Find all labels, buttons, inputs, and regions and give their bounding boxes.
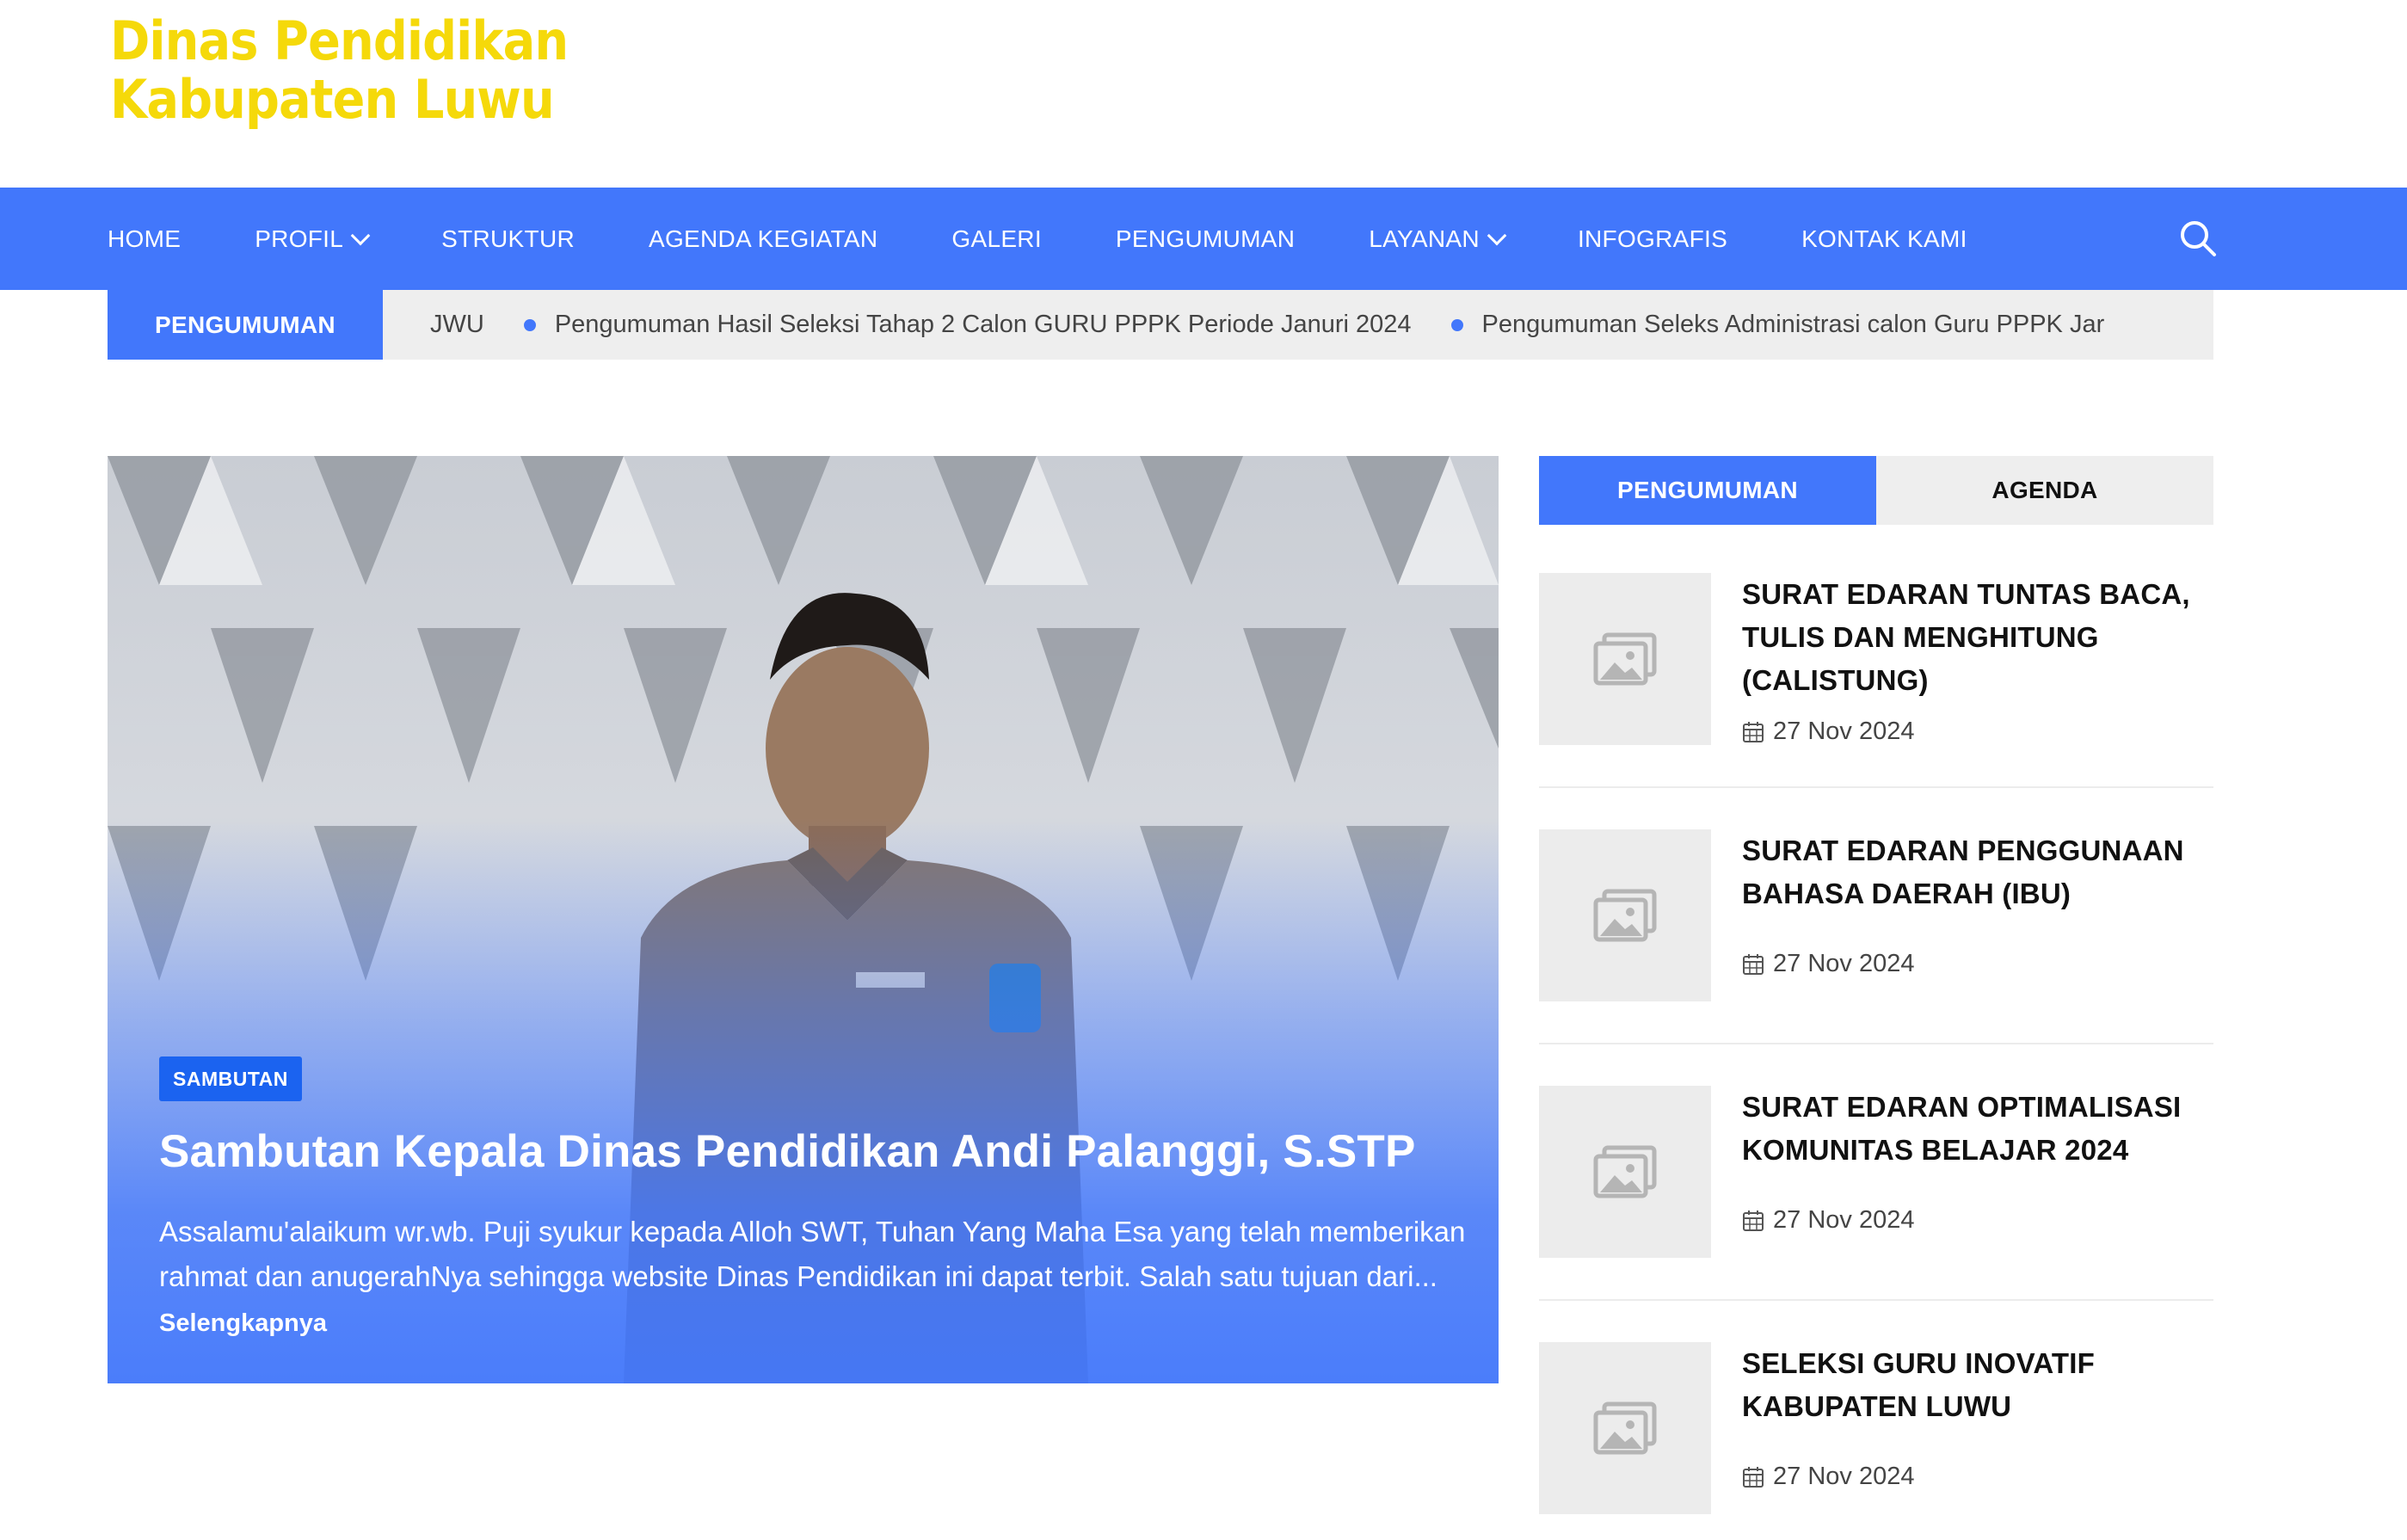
post-title[interactable]: SELEKSI GURU INOVATIF KABUPATEN LUWU — [1742, 1342, 2213, 1428]
post-title[interactable]: SURAT EDARAN TUNTAS BACA, TULIS DAN MENG… — [1742, 573, 2213, 702]
nav-item-infografis[interactable]: INFOGRAFIS — [1578, 225, 1727, 253]
post-title[interactable]: SURAT EDARAN PENGGUNAAN BAHASA DAERAH (I… — [1742, 829, 2213, 915]
featured-post[interactable]: SAMBUTAN Sambutan Kepala Dinas Pendidika… — [108, 456, 1499, 1383]
post-date: 27 Nov 2024 — [1742, 1463, 1914, 1491]
image-placeholder-icon — [1593, 1145, 1657, 1198]
site-logo[interactable]: Dinas Pendidikan Kabupaten Luwu — [110, 9, 569, 131]
divider — [1539, 1299, 2213, 1301]
ticker-label: PENGUMUMAN — [108, 290, 383, 360]
chevron-down-icon — [350, 225, 371, 245]
thumbnail-placeholder[interactable] — [1539, 1086, 1711, 1258]
image-placeholder-icon — [1593, 1401, 1657, 1455]
read-more-link[interactable]: Selengkapnya — [159, 1309, 327, 1337]
calendar-icon — [1743, 1466, 1764, 1488]
ticker-item[interactable]: Pengumuman Seleks Administrasi calon Gur… — [1450, 311, 2104, 339]
nav-item-pengumuman[interactable]: PENGUMUMAN — [1116, 225, 1295, 253]
hero-excerpt-text: Assalamu'alaikum wr.wb. Puji syukur kepa… — [159, 1216, 1466, 1292]
calendar-icon — [1743, 953, 1764, 975]
announcement-ticker: PENGUMUMAN JWU Pengumuman Hasil Seleksi … — [108, 290, 2213, 360]
bullet-dot-icon — [1450, 318, 1463, 331]
nav-item-struktur[interactable]: STRUKTUR — [441, 225, 575, 253]
logo-line-2: Kabupaten Luwu — [110, 68, 555, 131]
calendar-icon — [1743, 721, 1764, 742]
image-placeholder-icon — [1593, 632, 1657, 686]
thumbnail-placeholder[interactable] — [1539, 1342, 1711, 1514]
hero-title[interactable]: Sambutan Kepala Dinas Pendidikan Andi Pa… — [159, 1125, 1416, 1178]
search-icon[interactable] — [2178, 219, 2218, 258]
post-date: 27 Nov 2024 — [1742, 1206, 1914, 1235]
category-badge[interactable]: SAMBUTAN — [159, 1056, 302, 1101]
logo-line-1: Dinas Pendidikan — [110, 9, 569, 72]
ticker-track: JWU Pengumuman Hasil Seleksi Tahap 2 Cal… — [430, 290, 2144, 360]
ticker-item[interactable]: JWU — [430, 311, 484, 339]
nav-item-layanan[interactable]: LAYANAN — [1369, 225, 1507, 253]
post-title[interactable]: SURAT EDARAN OPTIMALISASI KOMUNITAS BELA… — [1742, 1086, 2213, 1172]
nav-menu: HOME PROFIL STRUKTUR AGENDA KEGIATAN GAL… — [108, 188, 2041, 290]
divider — [1539, 1043, 2213, 1044]
chevron-down-icon — [1487, 225, 1507, 245]
image-placeholder-icon — [1593, 889, 1657, 942]
ticker-item[interactable]: Pengumuman Hasil Seleksi Tahap 2 Calon G… — [523, 311, 1412, 339]
sidebar-tabs: PENGUMUMAN AGENDA — [1539, 456, 2213, 525]
bullet-dot-icon — [523, 318, 536, 331]
nav-item-home[interactable]: HOME — [108, 225, 181, 253]
calendar-icon — [1743, 1210, 1764, 1231]
thumbnail-placeholder[interactable] — [1539, 829, 1711, 1001]
nav-item-profil[interactable]: PROFIL — [255, 225, 371, 253]
post-date: 27 Nov 2024 — [1742, 950, 1914, 978]
divider — [1539, 786, 2213, 788]
tab-pengumuman[interactable]: PENGUMUMAN — [1539, 456, 1876, 525]
tab-agenda[interactable]: AGENDA — [1876, 456, 2213, 525]
hero-excerpt: Assalamu'alaikum wr.wb. Puji syukur kepa… — [159, 1210, 1467, 1346]
nav-item-agenda-kegiatan[interactable]: AGENDA KEGIATAN — [649, 225, 877, 253]
nav-item-kontak-kami[interactable]: KONTAK KAMI — [1801, 225, 1967, 253]
nav-item-galeri[interactable]: GALERI — [951, 225, 1042, 253]
thumbnail-placeholder[interactable] — [1539, 573, 1711, 745]
main-navbar: HOME PROFIL STRUKTUR AGENDA KEGIATAN GAL… — [0, 188, 2407, 290]
post-date: 27 Nov 2024 — [1742, 718, 1914, 746]
